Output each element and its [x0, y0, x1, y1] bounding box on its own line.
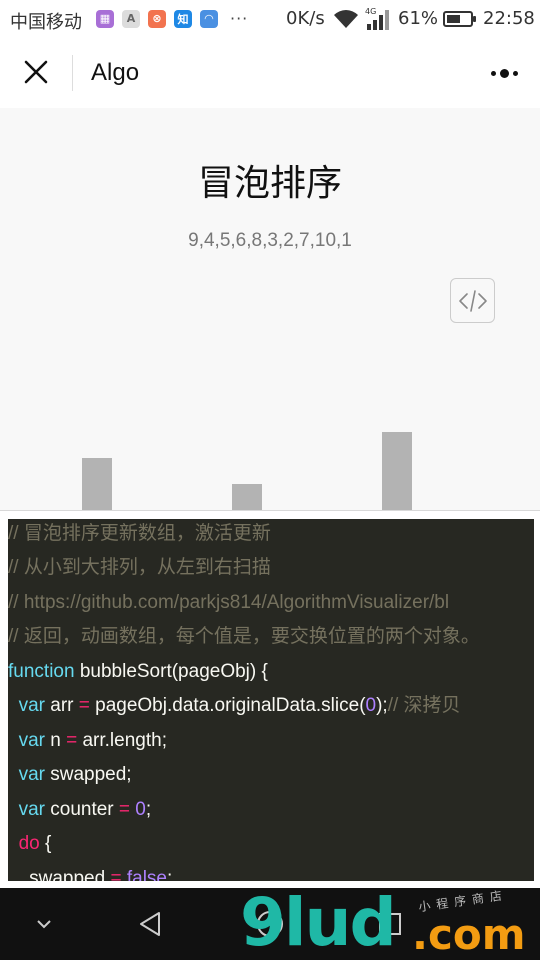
- recents-square-icon: [379, 913, 401, 935]
- zhihu-icon: 知: [174, 9, 192, 28]
- code-line: var swapped;: [18, 764, 132, 785]
- code-viewer[interactable]: // 冒泡排序更新数组，激活更新 // 从小到大排列，从左到右扫描 // https…: [8, 519, 534, 881]
- signal-icon: 4G: [365, 7, 389, 30]
- compass-icon: ⊗: [148, 9, 166, 28]
- system-navigation-bar: [0, 888, 540, 960]
- visualizer-area: 冒泡排序 9,4,5,6,8,3,2,7,10,1: [0, 108, 540, 510]
- code-line: // 返回，动画数组，每个值是，要交换位置的两个对象。: [8, 626, 480, 647]
- nav-bar: Algo: [0, 38, 540, 108]
- close-button[interactable]: [18, 54, 54, 90]
- code-line: var n = arr.length;: [18, 730, 167, 751]
- battery-percent: 61%: [398, 8, 439, 29]
- array-bar: [382, 432, 412, 510]
- code-line: // 冒泡排序更新数组，激活更新: [8, 523, 271, 544]
- close-icon: [24, 60, 48, 84]
- battery-icon: [443, 11, 476, 27]
- code-line: var counter = 0;: [18, 799, 152, 820]
- wifi-icon: [334, 10, 358, 28]
- code-panel: // 冒泡排序更新数组，激活更新 // 从小到大排列，从左到右扫描 // https…: [0, 510, 540, 888]
- battery-fill: [447, 15, 460, 23]
- more-dot-icon: [490, 70, 496, 76]
- nav-divider: [72, 55, 73, 91]
- code-line: var arr = pageObj.data.originalData.slic…: [18, 695, 461, 716]
- carrier-label: 中国移动: [10, 12, 82, 33]
- more-notifications-icon: ···: [230, 9, 249, 28]
- back-triangle-icon: [140, 912, 160, 936]
- home-button[interactable]: [230, 888, 310, 960]
- chevron-down-icon: [37, 920, 51, 929]
- array-bar: [82, 458, 112, 510]
- code-line: // 从小到大排列，从左到右扫描: [8, 557, 271, 578]
- code-line: do {: [18, 833, 52, 854]
- network-type: 4G: [365, 7, 376, 16]
- gallery-icon: ▦: [96, 9, 114, 28]
- code-line: function bubbleSort(pageObj) {: [8, 661, 268, 682]
- code-line: swapped = false;: [8, 868, 173, 881]
- clock: 22:58: [483, 8, 535, 29]
- status-bar: 中国移动 ▦ A ⊗ 知 ◠ ··· 0K/s 4G 61% 22:58: [0, 0, 540, 38]
- network-speed: 0K/s: [286, 8, 325, 29]
- code-line: // https://github.com/parkjs814/Algorith…: [8, 592, 450, 613]
- notification-icons: ▦ A ⊗ 知 ◠ ···: [96, 9, 248, 28]
- nav-title: Algo: [91, 59, 140, 86]
- more-menu-button[interactable]: [484, 60, 524, 86]
- wifi-app-icon: ◠: [200, 9, 218, 28]
- bar-chart: [0, 108, 540, 510]
- hide-keyboard-button[interactable]: [4, 888, 84, 960]
- font-icon: A: [122, 9, 140, 28]
- more-dot-icon: [512, 70, 518, 76]
- recents-button[interactable]: [350, 888, 430, 960]
- array-bar: [232, 484, 262, 510]
- more-dot-icon: [499, 68, 509, 78]
- back-button[interactable]: [110, 888, 190, 960]
- home-circle-icon: [257, 911, 283, 937]
